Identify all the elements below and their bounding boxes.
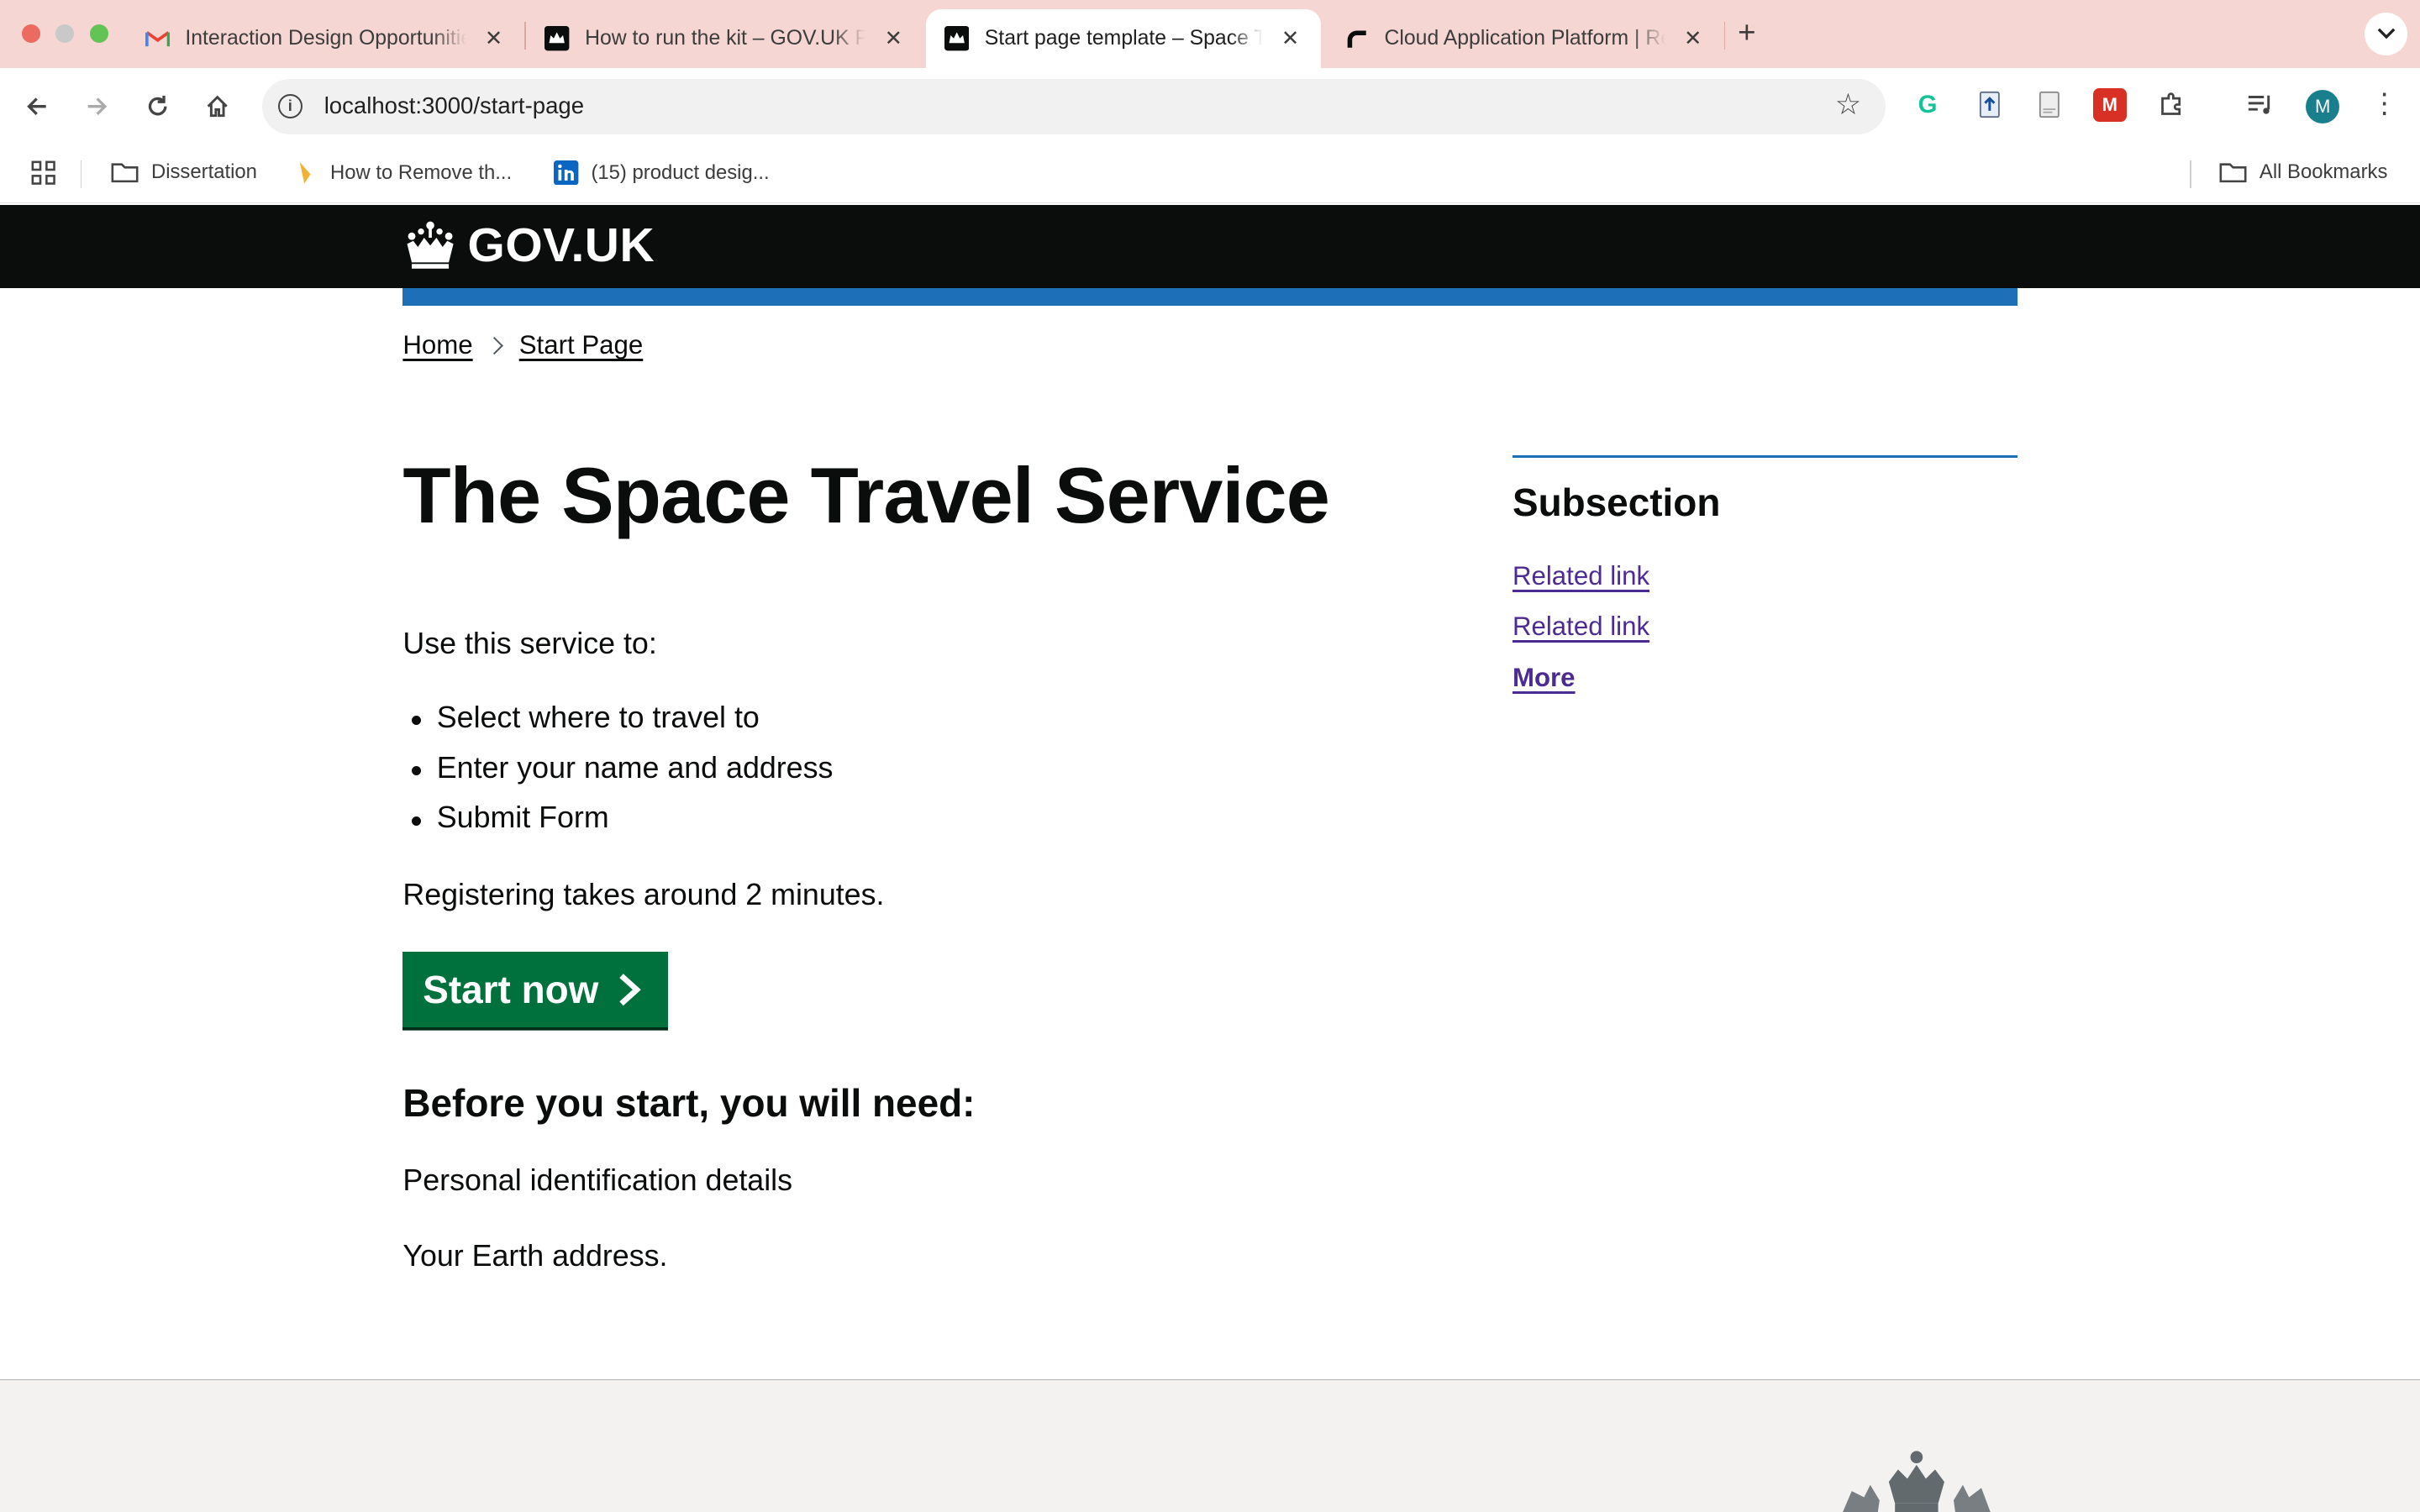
crown-icon — [407, 221, 454, 269]
bookmark-item[interactable]: (15) product desig... — [554, 160, 770, 186]
home-icon — [207, 95, 229, 118]
browser-tab-active[interactable]: Start page template – Space Travel ✕ — [926, 9, 1322, 68]
bookmarks-bar: Dissertation How to Remove th... (15) pr… — [0, 144, 2420, 204]
tab-title: Cloud Application Platform | Render — [1384, 26, 1665, 50]
tab-title: How to run the kit – GOV.UK Prototype Ki… — [585, 26, 865, 50]
arrow-left-icon — [27, 97, 47, 116]
requirement-text: Personal identification details — [402, 1163, 793, 1197]
browser-tab[interactable]: Interaction Design Opportunities ✕ — [127, 9, 525, 68]
mendeley-extension-icon[interactable]: M — [2092, 87, 2127, 123]
breadcrumb: Home Start Page — [402, 330, 643, 360]
govuk-logo-text: GOV.UK — [467, 218, 655, 272]
folder-icon — [111, 161, 139, 183]
browser-menu-icon[interactable]: ⋮ — [2370, 87, 2398, 120]
home-button[interactable] — [199, 88, 236, 125]
related-link[interactable]: Related link — [1512, 612, 1649, 642]
close-tab-icon[interactable]: ✕ — [481, 26, 506, 51]
bookmark-item[interactable]: Dissertation — [111, 160, 257, 184]
close-tab-icon[interactable]: ✕ — [881, 26, 906, 51]
browser-toolbar: i localhost:3000/start-page ☆ G M M ⋮ — [0, 67, 2420, 145]
breadcrumb-home-link[interactable]: Home — [402, 330, 472, 360]
requirement-text: Your Earth address. — [402, 1238, 668, 1273]
linkedin-icon — [554, 160, 579, 186]
grammarly-extension-icon[interactable]: G — [1911, 88, 1944, 122]
new-tab-button[interactable]: + — [1738, 15, 1755, 50]
all-bookmarks-label: All Bookmarks — [2259, 160, 2388, 183]
service-steps-list: Select where to travel to Enter your nam… — [402, 701, 833, 851]
upload-extension-icon[interactable] — [1972, 88, 2006, 122]
chevron-right-icon — [617, 973, 643, 1006]
govuk-footer — [0, 1379, 2420, 1512]
arrow-right-icon — [87, 97, 108, 116]
list-item: Select where to travel to — [402, 701, 833, 751]
intro-text: Use this service to: — [402, 626, 657, 660]
bookmark-star-icon[interactable]: ☆ — [1835, 88, 1861, 122]
profile-avatar[interactable]: M — [2306, 89, 2340, 123]
tab-search-button[interactable] — [2364, 12, 2408, 56]
govuk-header: GOV.UK — [0, 205, 2420, 289]
close-tab-icon[interactable]: ✕ — [1278, 26, 1302, 51]
folder-icon — [2219, 161, 2247, 183]
bookmark-label: Dissertation — [150, 160, 257, 183]
url-text[interactable]: localhost:3000/start-page — [324, 92, 584, 119]
royal-coat-of-arms-icon — [1843, 1451, 1991, 1512]
close-window-button[interactable] — [21, 24, 40, 44]
minimize-window-button[interactable] — [55, 24, 75, 44]
document-extension-icon[interactable] — [2033, 88, 2066, 122]
media-control-icon[interactable] — [2244, 88, 2278, 122]
bookmark-icon — [297, 160, 318, 185]
before-you-start-heading: Before you start, you will need: — [402, 1080, 976, 1125]
extensions-puzzle-icon[interactable] — [2154, 88, 2188, 122]
list-item: Enter your name and address — [402, 751, 833, 801]
browser-tab[interactable]: Cloud Application Platform | Render ✕ — [1326, 9, 1724, 68]
more-link[interactable]: More — [1512, 663, 1576, 693]
browser-tab-strip: Interaction Design Opportunities ✕ How t… — [0, 0, 2420, 68]
reload-button[interactable] — [139, 88, 176, 125]
bookmark-divider — [80, 160, 82, 189]
bookmark-item[interactable]: How to Remove th... — [297, 160, 513, 185]
govuk-logo-link[interactable]: GOV.UK — [402, 218, 655, 273]
govuk-crown-icon — [544, 26, 570, 51]
subsection-heading: Subsection — [1512, 480, 1721, 524]
govuk-crown-icon — [944, 26, 970, 51]
start-now-button[interactable]: Start now — [402, 952, 669, 1028]
apps-grid-icon[interactable] — [31, 160, 55, 185]
related-link[interactable]: Related link — [1512, 561, 1649, 591]
site-info-icon[interactable]: i — [277, 94, 302, 119]
page-title: The Space Travel Service — [402, 451, 1329, 540]
address-bar[interactable]: i localhost:3000/start-page ☆ — [262, 78, 1886, 134]
all-bookmarks-button[interactable]: All Bookmarks — [2219, 160, 2387, 184]
bookmark-divider — [2190, 160, 2192, 189]
render-icon — [1344, 26, 1369, 50]
chevron-right-icon — [485, 336, 503, 354]
related-content-aside: Subsection Related link Related link Mor… — [1512, 454, 2018, 692]
tab-title: Interaction Design Opportunities — [185, 26, 466, 50]
bookmark-label: (15) product desig... — [591, 160, 770, 184]
breadcrumb-start-page-link[interactable]: Start Page — [519, 330, 644, 360]
back-button[interactable] — [18, 88, 55, 125]
tab-divider — [1723, 21, 1726, 50]
forward-button[interactable] — [79, 88, 116, 125]
duration-text: Registering takes around 2 minutes. — [402, 878, 885, 912]
header-blue-bar — [402, 288, 2018, 306]
tab-title: Start page template – Space Travel — [984, 26, 1263, 50]
close-tab-icon[interactable]: ✕ — [1681, 26, 1705, 51]
browser-tab[interactable]: How to run the kit – GOV.UK Prototype Ki… — [526, 9, 924, 68]
bookmark-label: How to Remove th... — [330, 160, 513, 184]
list-item: Submit Form — [402, 801, 833, 851]
gmail-icon — [145, 26, 171, 50]
reload-icon — [148, 95, 167, 116]
start-now-label: Start now — [423, 968, 599, 1012]
maximize-window-button[interactable] — [89, 24, 108, 44]
